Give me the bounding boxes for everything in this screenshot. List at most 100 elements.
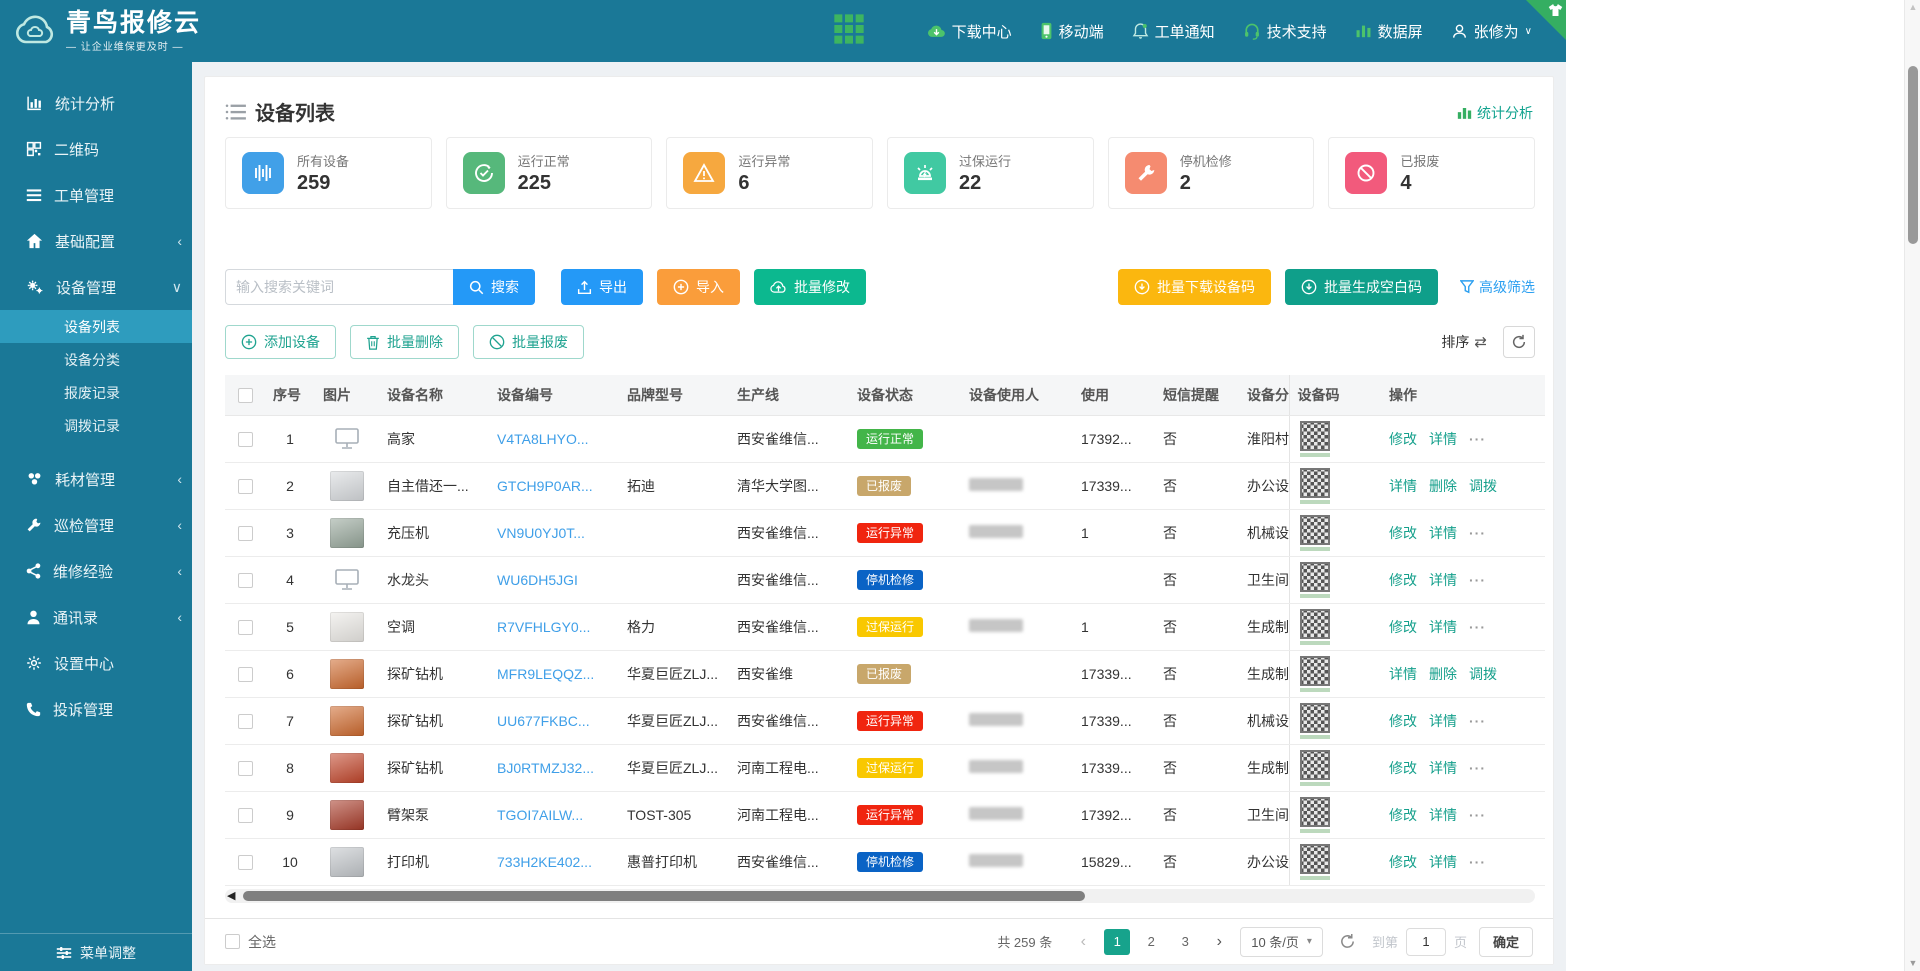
horizontal-scrollbar-thumb[interactable] (243, 891, 1085, 901)
more-actions-button[interactable]: ··· (1469, 760, 1486, 776)
device-qr-code[interactable] (1300, 515, 1330, 545)
more-actions-button[interactable]: ··· (1469, 713, 1486, 729)
page-vertical-scrollbar[interactable]: ▲ ▼ (1904, 0, 1920, 971)
device-code-link[interactable]: V4TA8LHYO... (497, 431, 589, 447)
table-horizontal-scrollbar[interactable]: ◀ (225, 889, 1535, 903)
stat-card-running-abnormal[interactable]: 运行异常6 (666, 137, 873, 209)
nav-tech-support[interactable]: 技术支持 (1243, 21, 1327, 42)
row-checkbox[interactable] (238, 808, 253, 823)
row-checkbox[interactable] (238, 526, 253, 541)
delete-link[interactable]: 删除 (1429, 478, 1457, 494)
stats-analysis-link[interactable]: 统计分析 (1457, 103, 1533, 123)
vertical-scrollbar-thumb[interactable] (1908, 66, 1918, 244)
detail-link[interactable]: 详情 (1429, 525, 1457, 541)
detail-link[interactable]: 详情 (1389, 666, 1417, 682)
device-qr-code[interactable] (1300, 844, 1330, 874)
detail-link[interactable]: 详情 (1429, 854, 1457, 870)
device-code-link[interactable]: TGOI7AILW... (497, 807, 583, 823)
apps-grid-icon[interactable] (833, 13, 865, 50)
device-qr-code[interactable] (1300, 656, 1330, 686)
device-qr-code[interactable] (1300, 421, 1330, 451)
device-code-link[interactable]: MFR9LEQQZ... (497, 666, 594, 682)
edit-link[interactable]: 修改 (1389, 431, 1417, 447)
sidebar-item-complaints[interactable]: 投诉管理 (0, 686, 192, 732)
sidebar-item-contacts[interactable]: 通讯录 ‹ (0, 594, 192, 640)
more-actions-button[interactable]: ··· (1469, 431, 1486, 447)
select-all-checkbox[interactable] (225, 934, 240, 949)
sidebar-subitem-transfer-records[interactable]: 调拨记录 (0, 409, 192, 442)
stat-card-running-normal[interactable]: 运行正常225 (446, 137, 653, 209)
row-checkbox[interactable] (238, 667, 253, 682)
user-menu[interactable]: 张修为 ∨ (1451, 21, 1532, 42)
device-code-link[interactable]: BJ0RTMZJ32... (497, 760, 594, 776)
sort-toggle[interactable]: 排序 ⇄ (1441, 332, 1487, 352)
row-checkbox[interactable] (238, 761, 253, 776)
device-code-link[interactable]: GTCH9P0AR... (497, 478, 593, 494)
transfer-link[interactable]: 调拨 (1469, 478, 1497, 494)
refresh-table-button[interactable] (1503, 326, 1535, 358)
row-checkbox[interactable] (238, 432, 253, 447)
prev-page-button[interactable]: ‹ (1070, 929, 1096, 955)
delete-link[interactable]: 删除 (1429, 666, 1457, 682)
page-size-select[interactable]: 10 条/页 ▾ (1240, 927, 1323, 957)
detail-link[interactable]: 详情 (1429, 760, 1457, 776)
sidebar-item-stats[interactable]: 统计分析 (0, 80, 192, 126)
stat-card-scrapped[interactable]: 已报废4 (1328, 137, 1535, 209)
sidebar-item-repair-experience[interactable]: 维修经验 ‹ (0, 548, 192, 594)
scroll-down-icon[interactable]: ▼ (1905, 958, 1920, 968)
detail-link[interactable]: 详情 (1389, 478, 1417, 494)
more-actions-button[interactable]: ··· (1469, 572, 1486, 588)
device-qr-code[interactable] (1300, 797, 1330, 827)
edit-link[interactable]: 修改 (1389, 854, 1417, 870)
edit-link[interactable]: 修改 (1389, 572, 1417, 588)
detail-link[interactable]: 详情 (1429, 713, 1457, 729)
edit-link[interactable]: 修改 (1389, 713, 1417, 729)
sidebar-item-workorders[interactable]: 工单管理 (0, 172, 192, 218)
sidebar-item-qrcode[interactable]: 二维码 (0, 126, 192, 172)
page-button-1[interactable]: 1 (1104, 929, 1130, 955)
sidebar-item-settings[interactable]: 设置中心 (0, 640, 192, 686)
next-page-button[interactable]: › (1206, 929, 1232, 955)
refresh-list-button[interactable] (1339, 933, 1356, 950)
nav-data-screen[interactable]: 数据屏 (1355, 21, 1423, 42)
more-actions-button[interactable]: ··· (1469, 525, 1486, 541)
sidebar-item-inspection[interactable]: 巡检管理 ‹ (0, 502, 192, 548)
import-button[interactable]: 导入 (657, 269, 740, 305)
sidebar-subitem-scrap-records[interactable]: 报废记录 (0, 376, 192, 409)
batch-delete-button[interactable]: 批量删除 (350, 325, 459, 359)
stat-card-out-of-warranty[interactable]: 过保运行22 (887, 137, 1094, 209)
device-code-link[interactable]: UU677FKBC... (497, 713, 590, 729)
search-input[interactable] (225, 269, 453, 305)
edit-link[interactable]: 修改 (1389, 760, 1417, 776)
add-device-button[interactable]: 添加设备 (225, 325, 336, 359)
scroll-left-icon[interactable]: ◀ (227, 889, 235, 903)
detail-link[interactable]: 详情 (1429, 431, 1457, 447)
row-checkbox[interactable] (238, 855, 253, 870)
device-code-link[interactable]: 733H2KE402... (497, 854, 592, 870)
transfer-link[interactable]: 调拨 (1469, 666, 1497, 682)
row-checkbox[interactable] (238, 714, 253, 729)
goto-page-input[interactable] (1406, 928, 1446, 956)
advanced-filter-link[interactable]: 高级筛选 (1460, 277, 1535, 297)
export-button[interactable]: 导出 (561, 269, 643, 305)
page-button-3[interactable]: 3 (1172, 929, 1198, 955)
device-code-link[interactable]: VN9U0YJ0T... (497, 525, 585, 541)
row-checkbox[interactable] (238, 620, 253, 635)
more-actions-button[interactable]: ··· (1469, 619, 1486, 635)
detail-link[interactable]: 详情 (1429, 807, 1457, 823)
device-qr-code[interactable] (1300, 562, 1330, 592)
stat-card-all-devices[interactable]: 所有设备259 (225, 137, 432, 209)
device-qr-code[interactable] (1300, 468, 1330, 498)
nav-mobile[interactable]: 移动端 (1040, 21, 1104, 42)
edit-link[interactable]: 修改 (1389, 525, 1417, 541)
scroll-up-icon[interactable]: ▲ (1905, 2, 1920, 12)
search-button[interactable]: 搜索 (453, 269, 535, 305)
stat-card-shutdown-maintenance[interactable]: 停机检修2 (1108, 137, 1315, 209)
row-checkbox[interactable] (238, 573, 253, 588)
sidebar-item-consumables[interactable]: 耗材管理 ‹ (0, 456, 192, 502)
detail-link[interactable]: 详情 (1429, 619, 1457, 635)
device-qr-code[interactable] (1300, 609, 1330, 639)
sidebar-item-device-mgmt[interactable]: 设备管理 ∨ (0, 264, 192, 310)
more-actions-button[interactable]: ··· (1469, 854, 1486, 870)
sidebar-item-basic-config[interactable]: 基础配置 ‹ (0, 218, 192, 264)
